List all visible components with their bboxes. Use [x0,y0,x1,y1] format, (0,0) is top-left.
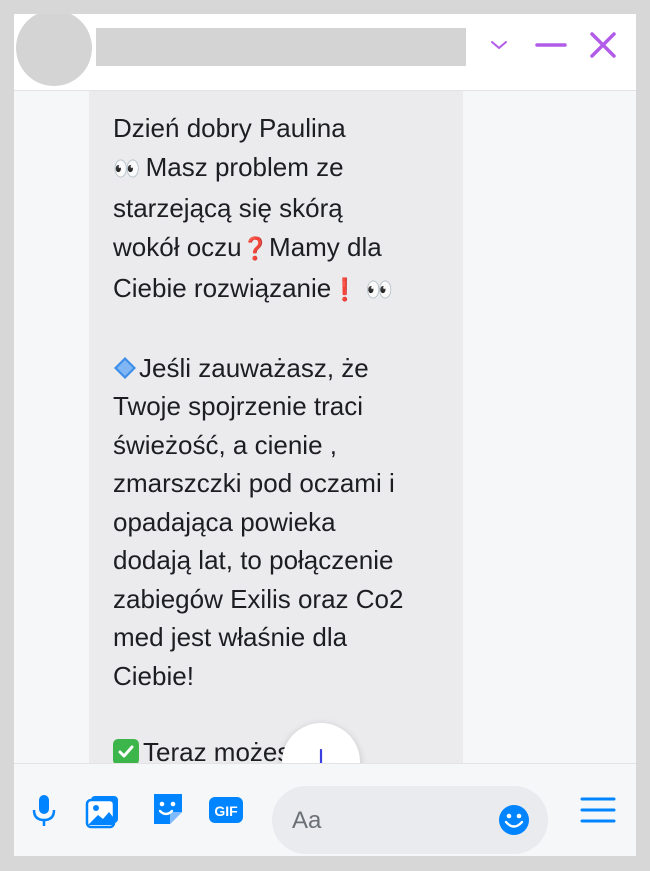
minimize-icon[interactable] [534,28,568,62]
blue-diamond-emoji-icon [113,356,137,380]
eyes-emoji-icon: 👀 [365,278,393,303]
chat-window: Dzień dobry Paulina 👀 Masz problem ze st… [14,14,636,856]
avatar[interactable] [16,14,92,86]
message-paragraph: Dzień dobry Paulina 👀 Masz problem ze st… [113,109,443,311]
photo-icon[interactable] [84,790,124,830]
message-line: świeżość, a cienie , [113,429,337,460]
message-line: 👀 Masz problem ze [113,151,344,182]
question-mark-emoji-icon: ❓ [241,236,270,262]
message-line: zabiegów Exilis oraz Co2 [113,583,404,614]
message-line: Jeśli zauważasz, że [113,349,443,388]
message-input-container[interactable] [272,786,548,856]
sticker-icon[interactable] [148,790,188,830]
eyes-emoji-icon: 👀 [113,156,140,182]
microphone-icon[interactable] [24,790,64,830]
close-icon[interactable] [586,28,620,62]
emoji-icon[interactable] [496,802,532,838]
arrow-down-icon [311,748,331,763]
chat-header [14,14,636,91]
gif-icon[interactable]: GIF [206,790,246,830]
message-thread[interactable]: Dzień dobry Paulina 👀 Masz problem ze st… [14,91,636,763]
message-line: Teraz możesz [113,733,443,763]
check-mark-emoji-icon [113,739,139,763]
exclamation-emoji-icon: ❗ [331,278,359,303]
composer-bar: GIF [14,763,636,856]
svg-text:GIF: GIF [214,803,238,819]
contact-name-redacted[interactable] [96,28,466,66]
message-line: med jest właśnie dla [113,622,348,652]
message-line: zmarszczki pod oczami i [113,468,395,498]
message-line: Dzień dobry Paulina [113,113,346,143]
message-line: starzejącą się skórą [113,193,343,223]
message-line: dodają lat, to połączenie [113,545,394,575]
message-line: Twoje spojrzenie traci [113,391,363,421]
message-bubble[interactable]: Dzień dobry Paulina 👀 Masz problem ze st… [89,91,463,763]
message-line: Ciebie rozwiązanie❗ 👀 [113,273,393,303]
message-input[interactable] [290,786,494,856]
message-line: opadająca powieka [113,506,336,537]
message-line: Ciebie! [113,660,194,691]
menu-icon[interactable] [578,790,618,830]
chevron-down-icon[interactable] [482,28,516,62]
message-paragraph: Teraz możesz [113,733,443,763]
message-line: wokół oczu❓Mamy dla [113,231,382,262]
message-paragraph: Jeśli zauważasz, że Twoje spojrzenie tra… [113,349,443,696]
